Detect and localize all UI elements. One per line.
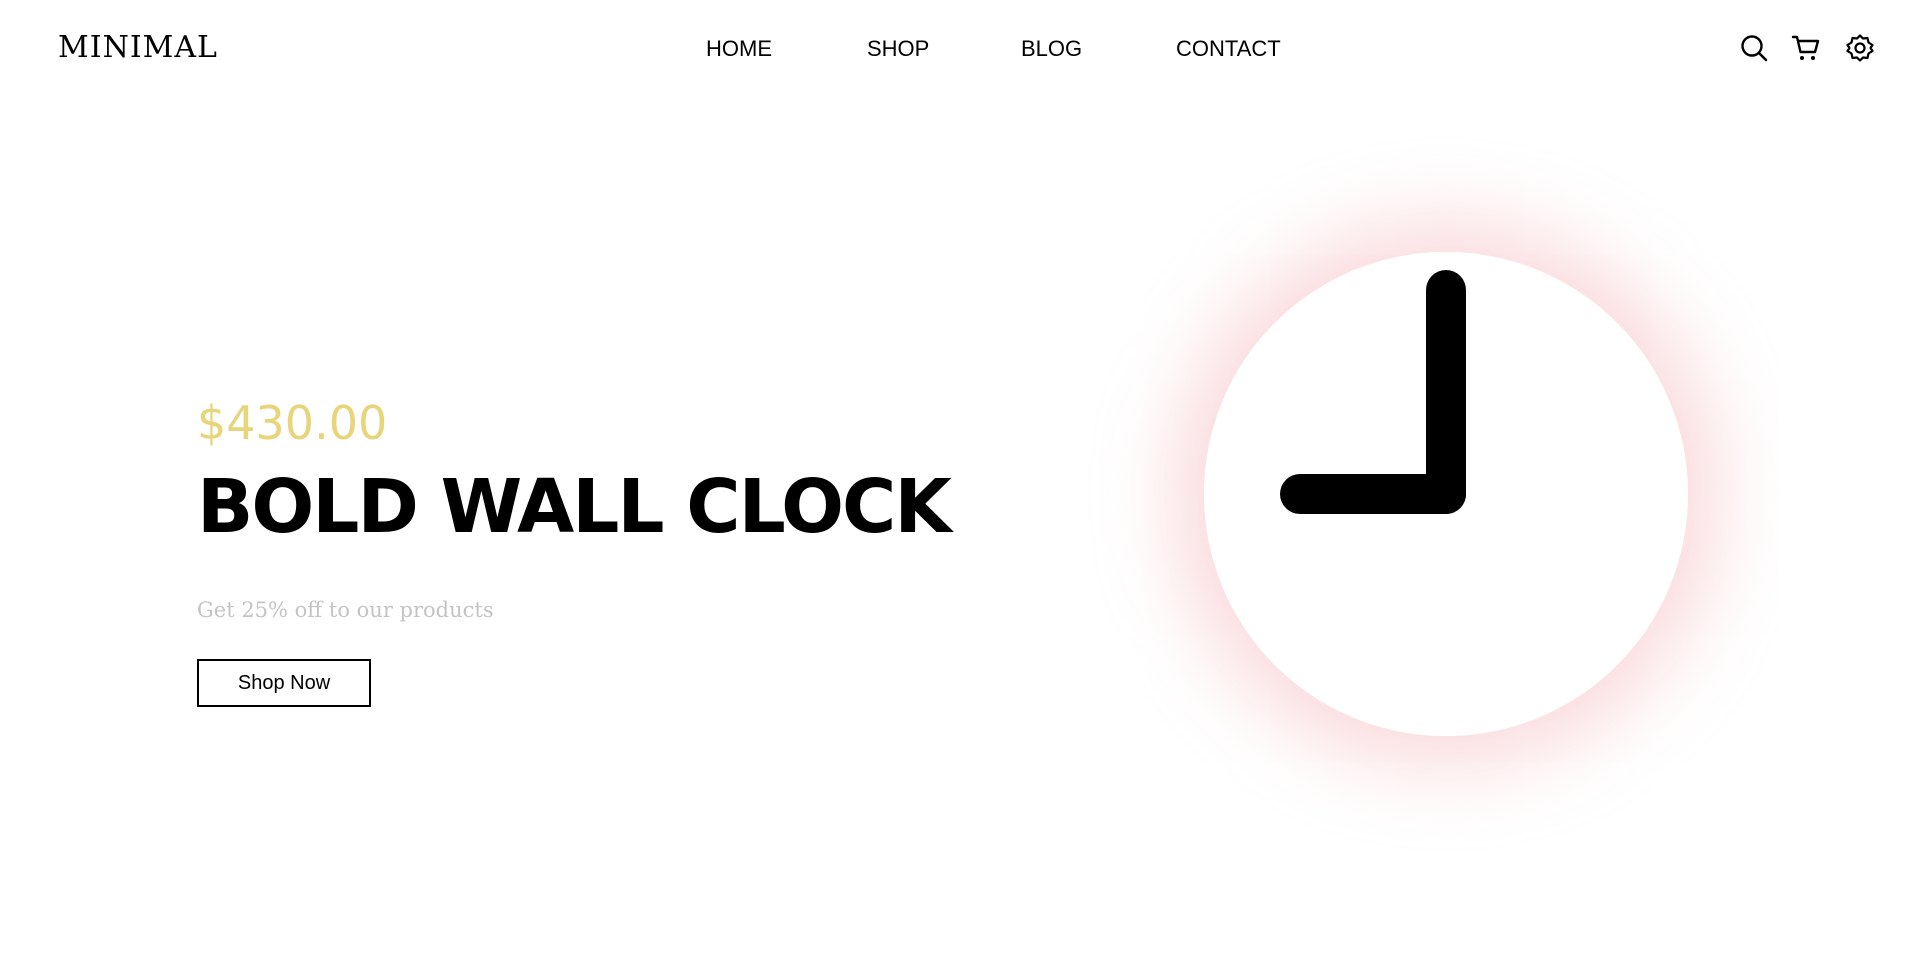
clock-hour-hand bbox=[1280, 474, 1466, 514]
cart-button[interactable] bbox=[1791, 33, 1821, 63]
search-button[interactable] bbox=[1739, 33, 1769, 63]
shop-now-button[interactable]: Shop Now bbox=[197, 659, 371, 707]
cart-icon bbox=[1791, 35, 1820, 60]
product-price: $430.00 bbox=[197, 396, 388, 450]
main-nav: HOME SHOP BLOG CONTACT bbox=[0, 36, 1920, 66]
search-icon bbox=[1741, 35, 1768, 62]
site-header: MINIMAL HOME SHOP BLOG CONTACT bbox=[0, 0, 1920, 98]
product-title: BOLD WALL CLOCK bbox=[197, 464, 952, 550]
hero-section: $430.00 BOLD WALL CLOCK Get 25% off to o… bbox=[197, 395, 957, 707]
settings-icon bbox=[1846, 34, 1874, 62]
nav-home[interactable]: HOME bbox=[706, 36, 772, 62]
settings-button[interactable] bbox=[1845, 33, 1875, 63]
nav-blog[interactable]: BLOG bbox=[1021, 36, 1082, 62]
nav-contact[interactable]: CONTACT bbox=[1176, 36, 1281, 62]
nav-shop[interactable]: SHOP bbox=[867, 36, 929, 62]
promo-tagline: Get 25% off to our products bbox=[197, 598, 494, 622]
